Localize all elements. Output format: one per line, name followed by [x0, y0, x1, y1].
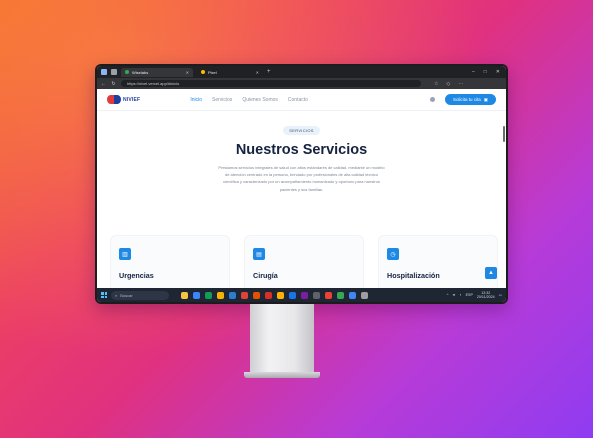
app-icon[interactable]	[325, 291, 332, 299]
nav-item-contacto[interactable]: Contacto	[288, 97, 308, 103]
clock-icon: ◷	[387, 248, 399, 260]
arrow-up-icon: ▲	[488, 270, 494, 276]
scroll-to-top-button[interactable]: ▲	[485, 267, 497, 279]
nav-item-inicio[interactable]: Inicio	[190, 97, 202, 103]
vscode-icon[interactable]	[289, 291, 296, 299]
nav-item-quienes-somos[interactable]: Quienes Somos	[242, 97, 278, 103]
address-bar: ← ↻ https://nivel.vercel.app/#inicio ☆ ◇…	[97, 78, 506, 89]
task-view-icon[interactable]	[193, 291, 200, 299]
windows-start-icon[interactable]	[101, 292, 107, 298]
reload-icon[interactable]: ↻	[111, 81, 116, 87]
search-placeholder: Buscar	[120, 292, 133, 298]
clock-date: 20/11/2024	[476, 295, 495, 299]
site-header: NIVIEF Inicio Servicios Quienes Somos Co…	[97, 89, 506, 111]
logo-text: NIVIEF	[123, 96, 141, 103]
favicon-icon	[201, 70, 205, 74]
settings-icon[interactable]	[361, 291, 368, 299]
language-indicator[interactable]: ESP	[466, 293, 473, 297]
browser-tab-bar: Wiselabs ✕ Pixel ✕ + – □ ✕	[97, 66, 506, 78]
card-title: Urgencias	[119, 271, 154, 280]
app-icon[interactable]	[337, 291, 344, 299]
url-text: https://nivel.vercel.app/#inicio	[127, 81, 180, 86]
bookmark-icon[interactable]: ☆	[434, 81, 438, 87]
terminal-icon[interactable]	[313, 291, 320, 299]
screen: Wiselabs ✕ Pixel ✕ + – □ ✕ ← ↻ https://n…	[97, 66, 506, 302]
section-description: Prestamos servicios integrales de salud …	[218, 165, 385, 192]
section-badge: SERVICIOS	[283, 126, 320, 135]
taskbar-apps	[181, 291, 368, 299]
extensions-icon[interactable]: ◇	[446, 81, 450, 87]
office-icon[interactable]	[253, 291, 260, 299]
monitor-stand	[250, 304, 314, 374]
card-title: Cirugía	[253, 271, 278, 280]
favicon-icon	[125, 70, 129, 74]
taskbar-search[interactable]: ⌕ Buscar	[111, 290, 169, 300]
tab-title: Wiselabs	[132, 69, 149, 75]
new-tab-icon[interactable]: +	[267, 69, 271, 75]
section-title: Nuestros Servicios	[235, 142, 368, 158]
main-nav: Inicio Servicios Quienes Somos Contacto	[190, 97, 308, 103]
services-section: SERVICIOS Nuestros Servicios Prestamos s…	[97, 111, 506, 193]
tab-active[interactable]: Wiselabs ✕	[121, 67, 193, 77]
folder-icon[interactable]	[217, 291, 224, 299]
chevron-up-icon[interactable]: ^	[447, 293, 449, 297]
menu-icon[interactable]: ⋯	[458, 81, 463, 87]
wifi-icon[interactable]: ≋	[452, 293, 455, 297]
system-tray: ^ ≋ ◖ ESP 13:32 20/11/2024 ▭	[447, 291, 502, 300]
url-field[interactable]: https://nivel.vercel.app/#inicio	[121, 80, 421, 87]
nav-item-servicios[interactable]: Servicios	[212, 97, 232, 103]
tab-inactive[interactable]: Pixel ✕	[197, 68, 263, 77]
teams-icon[interactable]	[301, 291, 308, 299]
cta-label: Solicita tu cita	[452, 97, 481, 102]
service-card-urgencias[interactable]: ▥ Urgencias	[111, 236, 229, 296]
weather-icon[interactable]	[181, 291, 188, 299]
site-logo[interactable]: NIVIEF	[107, 94, 140, 105]
window-controls: – □ ✕	[472, 69, 506, 75]
pdf-icon[interactable]	[265, 291, 272, 299]
search-icon: ⌕	[115, 292, 118, 298]
close-tab-icon[interactable]: ✕	[256, 70, 259, 75]
store-icon[interactable]	[229, 291, 236, 299]
theme-toggle-icon[interactable]	[429, 97, 435, 102]
service-cards: ▥ Urgencias ▤ Cirugía ◷ Hospitalización	[111, 236, 497, 296]
logo-mark-icon	[107, 94, 121, 105]
browser-actions: ☆ ◇ ⋯	[434, 81, 463, 87]
monitor: Wiselabs ✕ Pixel ✕ + – □ ✕ ← ↻ https://n…	[95, 64, 508, 304]
taskbar: ⌕ Buscar ^ ≋ ◖ ESP 13:32 20/11/2024 ▭	[97, 288, 506, 302]
calendar-icon: ▣	[483, 96, 488, 102]
notifications-icon[interactable]: ▭	[499, 293, 502, 297]
back-icon[interactable]: ←	[101, 81, 106, 87]
card-title: Hospitalización	[387, 271, 440, 280]
close-tab-icon[interactable]: ✕	[186, 70, 189, 75]
close-window-icon[interactable]: ✕	[496, 69, 500, 75]
monitor-stand-base	[244, 372, 320, 378]
app-icon[interactable]	[349, 291, 356, 299]
book-appointment-button[interactable]: Solicita tu cita ▣	[444, 94, 496, 105]
calendar-icon: ▤	[253, 248, 265, 260]
service-card-hospitalizacion[interactable]: ◷ Hospitalización	[379, 236, 497, 296]
minimize-icon[interactable]: –	[472, 69, 475, 75]
chart-icon: ▥	[119, 248, 131, 260]
profile-icon[interactable]	[101, 69, 107, 75]
files-icon[interactable]	[277, 291, 284, 299]
edge-icon[interactable]	[205, 291, 212, 299]
maximize-icon[interactable]: □	[484, 69, 487, 75]
tab-title: Pixel	[208, 69, 217, 75]
volume-icon[interactable]: ◖	[459, 293, 461, 297]
service-card-cirugia[interactable]: ▤ Cirugía	[245, 236, 363, 296]
clock[interactable]: 13:32 20/11/2024	[477, 291, 495, 300]
tab-overview-icon[interactable]	[111, 69, 117, 75]
chrome-icon[interactable]	[241, 291, 248, 299]
page-scrollbar[interactable]	[503, 126, 505, 142]
